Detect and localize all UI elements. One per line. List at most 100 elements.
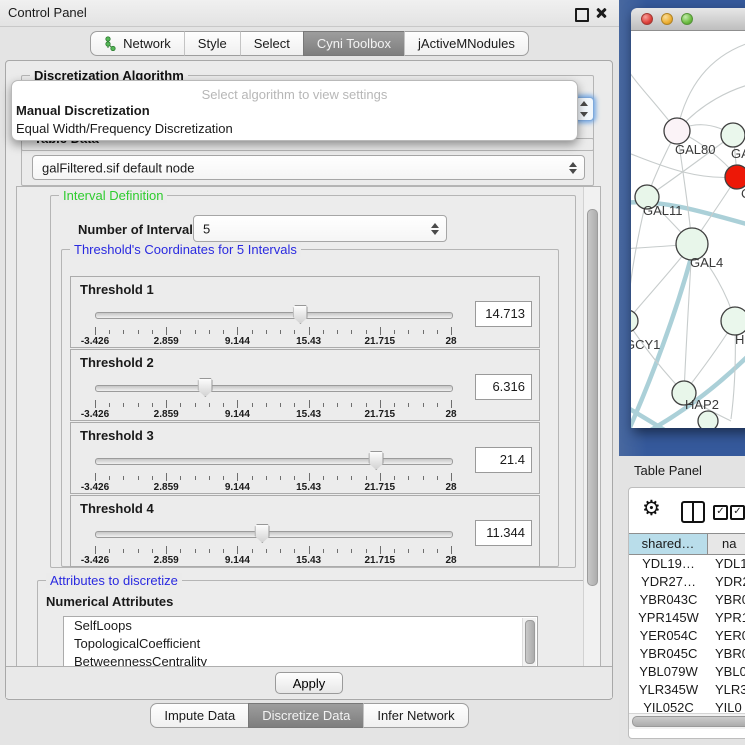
slider-thumb[interactable] xyxy=(293,305,308,324)
tab-network[interactable]: Network xyxy=(90,31,184,56)
slider-thumb[interactable] xyxy=(255,524,270,543)
threshold-2-value-field[interactable]: 6.316 xyxy=(475,374,532,400)
table-cell[interactable]: YBR0 xyxy=(708,645,745,663)
table-cell[interactable]: YPR1 xyxy=(708,609,745,627)
slider-thumb[interactable] xyxy=(369,451,384,470)
threshold-4-value-field[interactable]: 11.344 xyxy=(475,520,532,546)
threshold-3-value-field[interactable]: 21.4 xyxy=(475,447,532,473)
table-cell[interactable]: YBL0 xyxy=(708,663,745,681)
float-window-icon[interactable] xyxy=(575,8,589,22)
table-cell[interactable]: YBR0 xyxy=(708,591,745,609)
slider-track[interactable] xyxy=(95,385,453,392)
list-item[interactable]: SelfLoops xyxy=(64,617,537,635)
slider-track[interactable] xyxy=(95,458,453,465)
minimize-traffic-light-icon[interactable] xyxy=(661,13,673,25)
table-cell[interactable]: YBR045C xyxy=(629,645,708,663)
table-cell[interactable]: YDR2 xyxy=(708,573,745,591)
threshold-3-panel: Threshold 3 -3.4262.8599.14415.4321.7152… xyxy=(70,422,540,494)
table-row[interactable]: YLR345WYLR3 xyxy=(629,681,745,699)
threshold-1-value-field[interactable]: 14.713 xyxy=(475,301,532,327)
table-cell[interactable]: YIL0 xyxy=(708,699,745,713)
table-row[interactable]: YBR045CYBR0 xyxy=(629,645,745,663)
list-items: SelfLoopsTopologicalCoefficientBetweenne… xyxy=(64,617,537,668)
tab-discretize-data[interactable]: Discretize Data xyxy=(248,703,363,728)
column-header-shared-name[interactable]: shared… xyxy=(629,534,708,554)
network-node-h[interactable] xyxy=(721,307,745,335)
threshold-1-slider[interactable]: -3.4262.8599.14415.4321.71528 xyxy=(95,303,451,347)
network-node-partial[interactable] xyxy=(698,411,718,428)
table-row[interactable]: YBL079WYBL0 xyxy=(629,663,745,681)
network-window-titlebar[interactable] xyxy=(631,8,745,31)
select-all-checkbox-icon[interactable]: ✓ xyxy=(730,505,745,520)
table-row[interactable]: YDL19…YDL1 xyxy=(629,555,745,573)
dropdown-option-manual-discretization[interactable]: Manual Discretization xyxy=(12,102,577,120)
threshold-1-panel: Threshold 1 -3.4262.8599.14415.4321.7152… xyxy=(70,276,540,348)
show-columns-checkbox-icon[interactable]: ✓ xyxy=(713,505,728,520)
numerical-attributes-list[interactable]: SelfLoopsTopologicalCoefficientBetweenne… xyxy=(63,616,538,668)
table-cell[interactable]: YDL19… xyxy=(629,555,708,573)
tab-label: Network xyxy=(123,36,171,51)
list-item[interactable]: TopologicalCoefficient xyxy=(64,635,537,653)
settings-gear-icon[interactable]: ⚙ xyxy=(642,496,661,520)
settings-scroll-area: Interval Definition Number of Intervals … xyxy=(16,186,601,668)
table-cell[interactable]: YER0 xyxy=(708,627,745,645)
table-data-combobox[interactable]: galFiltered.sif default node xyxy=(32,155,585,180)
table-cell[interactable]: YIL052C xyxy=(629,699,708,713)
bottom-tab-bar: Impute Data Discretize Data Infer Networ… xyxy=(0,703,619,728)
table-hscrollbar-thumb[interactable] xyxy=(632,716,745,727)
table-row[interactable]: YBR043CYBR0 xyxy=(629,591,745,609)
column-header-name[interactable]: na xyxy=(708,534,745,554)
slider-thumb[interactable] xyxy=(198,378,213,397)
zoom-traffic-light-icon[interactable] xyxy=(681,13,693,25)
table-cell[interactable]: YBR043C xyxy=(629,591,708,609)
spinner-value: 5 xyxy=(203,221,210,236)
stepper-icon[interactable] xyxy=(431,223,440,235)
tab-cyni-toolbox[interactable]: Cyni Toolbox xyxy=(303,31,404,56)
tab-label: jActiveMNodules xyxy=(418,36,515,51)
slider-ticks xyxy=(95,327,451,335)
slider-track[interactable] xyxy=(95,531,453,538)
network-node-ga[interactable] xyxy=(721,123,745,147)
slider-tick-label: -3.426 xyxy=(81,336,109,347)
table-cell[interactable]: YDL1 xyxy=(708,555,745,573)
network-node-gcy1[interactable] xyxy=(631,310,638,332)
network-canvas[interactable]: GAL80 GA C GAL11 GAL4 GCY1 H HAP2 xyxy=(631,31,745,428)
panel-scrollbar[interactable] xyxy=(583,187,601,667)
table-cell[interactable]: YDR27… xyxy=(629,573,708,591)
threshold-2-slider[interactable]: -3.4262.8599.14415.4321.71528 xyxy=(95,376,451,420)
stepper-icon[interactable] xyxy=(569,162,578,174)
table-cell[interactable]: YPR145W xyxy=(629,609,708,627)
threshold-4-slider[interactable]: -3.4262.8599.14415.4321.71528 xyxy=(95,522,451,566)
panel-scrollbar-thumb[interactable] xyxy=(587,209,598,586)
stepper-down-icon[interactable] xyxy=(580,112,588,117)
close-traffic-light-icon[interactable] xyxy=(641,13,653,25)
table-cell[interactable]: YLR3 xyxy=(708,681,745,699)
list-scrollbar-thumb[interactable] xyxy=(525,620,535,664)
table-hscrollbar[interactable] xyxy=(629,713,745,729)
table-cell[interactable]: YBL079W xyxy=(629,663,708,681)
table-data-group: Table Data galFiltered.sif default node xyxy=(21,138,594,186)
table-row[interactable]: YIL052CYIL0 xyxy=(629,699,745,713)
dropdown-option-equal-width-frequency[interactable]: Equal Width/Frequency Discretization xyxy=(12,120,577,138)
apply-button[interactable]: Apply xyxy=(275,672,344,694)
tab-impute-data[interactable]: Impute Data xyxy=(150,703,248,728)
slider-tick-label: 15.43 xyxy=(296,482,321,493)
table-row[interactable]: YPR145WYPR1 xyxy=(629,609,745,627)
table-cell[interactable]: YLR345W xyxy=(629,681,708,699)
network-node-gal80[interactable] xyxy=(664,118,690,144)
slider-tick-label: 21.715 xyxy=(365,555,396,566)
tab-jactivemnodules[interactable]: jActiveMNodules xyxy=(404,31,529,56)
close-icon[interactable] xyxy=(594,6,608,20)
table-cell[interactable]: YER054C xyxy=(629,627,708,645)
table-row[interactable]: YDR27…YDR2 xyxy=(629,573,745,591)
tab-select[interactable]: Select xyxy=(240,31,303,56)
table-row[interactable]: YER054CYER0 xyxy=(629,627,745,645)
threshold-3-slider[interactable]: -3.4262.8599.14415.4321.71528 xyxy=(95,449,451,493)
stepper-up-icon[interactable] xyxy=(580,101,588,106)
list-scrollbar[interactable] xyxy=(522,618,536,668)
tab-style[interactable]: Style xyxy=(184,31,240,56)
slider-track[interactable] xyxy=(95,312,453,319)
split-columns-icon[interactable] xyxy=(681,501,705,523)
num-intervals-spinner[interactable]: 5 xyxy=(193,215,447,242)
tab-infer-network[interactable]: Infer Network xyxy=(363,703,468,728)
